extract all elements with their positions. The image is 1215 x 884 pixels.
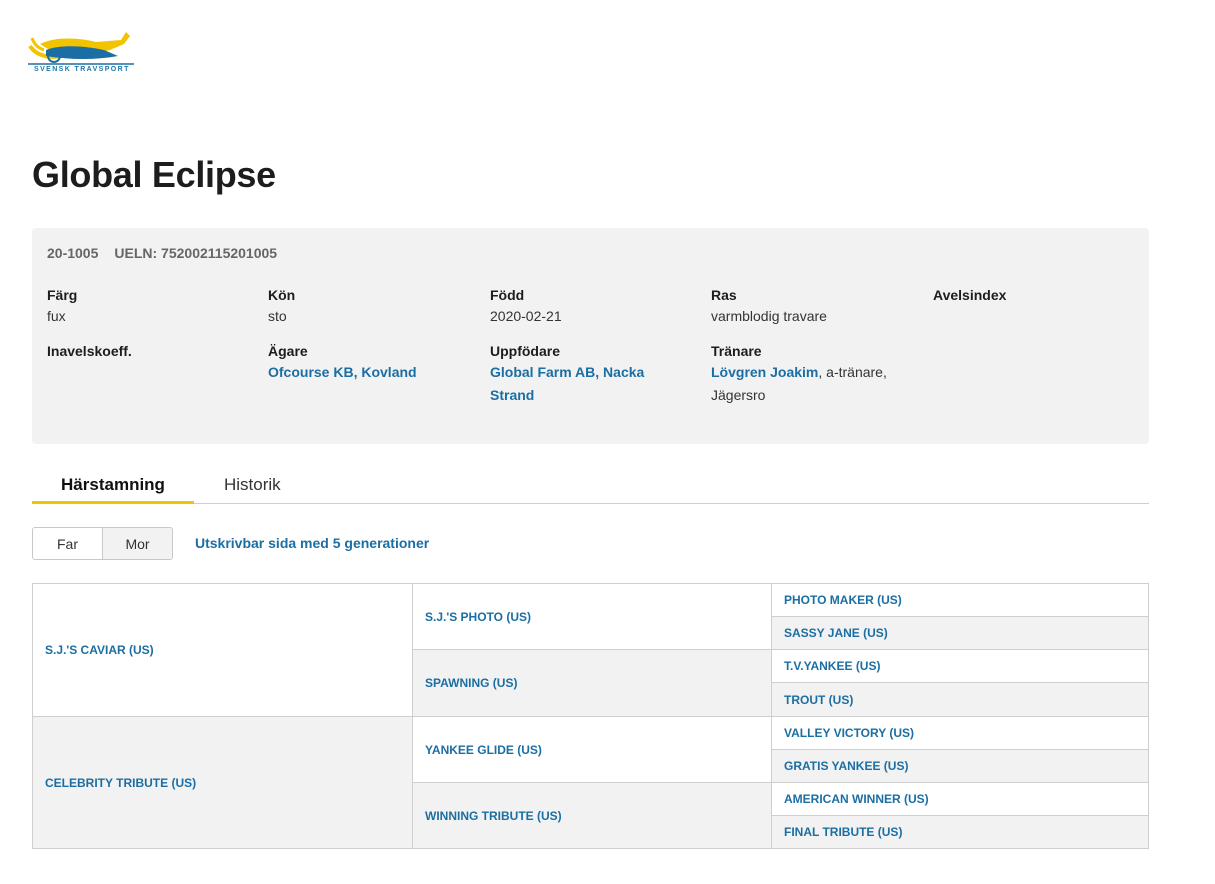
breeder-link[interactable]: Global Farm AB, Nacka Strand	[490, 361, 690, 407]
page-title: Global Eclipse	[32, 154, 276, 195]
trainer-value: Lövgren Joakim, a-tränare, Jägersro	[711, 361, 911, 407]
pedigree-table: S.J.'S CAVIAR (US) CELEBRITY TRIBUTE (US…	[32, 583, 1149, 849]
field-uppfodare: Uppfödare Global Farm AB, Nacka Strand	[490, 341, 690, 407]
tab-bar: Härstamning Historik	[32, 470, 1149, 504]
pedigree-gen3-2[interactable]: SASSY JANE (US)	[772, 617, 1148, 650]
pedigree-dam-dam[interactable]: WINNING TRIBUTE (US)	[413, 783, 772, 848]
pedigree-dam-sire[interactable]: YANKEE GLIDE (US)	[413, 717, 772, 783]
trainer-location: Jägersro	[711, 387, 766, 403]
far-button[interactable]: Far	[33, 528, 102, 559]
field-farg: Färg fux	[47, 285, 247, 328]
breeder-link-line2[interactable]: Strand	[490, 387, 534, 403]
breeder-link-line1[interactable]: Global Farm AB, Nacka	[490, 364, 644, 380]
horse-info-panel: 20-1005 UELN: 752002115201005 Färg fux Kö…	[32, 228, 1149, 444]
field-agare: Ägare Ofcourse KB, Kovland	[268, 341, 468, 384]
pedigree-gen3-1[interactable]: PHOTO MAKER (US)	[772, 584, 1148, 617]
field-tranare: Tränare Lövgren Joakim, a-tränare, Jäger…	[711, 341, 911, 407]
field-value: varmblodig travare	[711, 308, 827, 324]
field-avelsindex: Avelsindex	[933, 285, 1133, 305]
field-value: sto	[268, 308, 287, 324]
svensk-travsport-logo[interactable]: SVENSK TRAVSPORT	[26, 26, 136, 78]
field-label: Inavelskoeff.	[47, 343, 132, 359]
owner-link[interactable]: Ofcourse KB, Kovland	[268, 361, 468, 384]
field-kon: Kön sto	[268, 285, 468, 328]
mor-button[interactable]: Mor	[102, 528, 172, 559]
tab-historik[interactable]: Historik	[224, 475, 281, 504]
field-value: 2020-02-21	[490, 308, 562, 324]
field-label: Ras	[711, 287, 737, 303]
field-label: Tränare	[711, 343, 762, 359]
pedigree-sire[interactable]: S.J.'S CAVIAR (US)	[33, 584, 413, 717]
horse-sulky-logo-icon	[28, 32, 134, 65]
pedigree-dam[interactable]: CELEBRITY TRIBUTE (US)	[33, 717, 413, 848]
field-label: Färg	[47, 287, 78, 303]
trainer-role: , a-tränare,	[818, 364, 887, 380]
pedigree-gen3-3[interactable]: T.V.YANKEE (US)	[772, 650, 1148, 683]
pedigree-sire-sire[interactable]: S.J.'S PHOTO (US)	[413, 584, 772, 650]
pedigree-sire-dam[interactable]: SPAWNING (US)	[413, 650, 772, 717]
pedigree-gen3-8[interactable]: FINAL TRIBUTE (US)	[772, 816, 1148, 848]
print-five-generations-link[interactable]: Utskrivbar sida med 5 generationer	[195, 535, 429, 551]
sire-dam-toggle: Far Mor	[32, 527, 173, 560]
field-label: Avelsindex	[933, 287, 1007, 303]
pedigree-gen3-6[interactable]: GRATIS YANKEE (US)	[772, 750, 1148, 783]
horse-ids: 20-1005 UELN: 752002115201005	[47, 245, 277, 261]
field-label: Kön	[268, 287, 296, 303]
field-label: Ägare	[268, 343, 308, 359]
tab-harstamning[interactable]: Härstamning	[32, 475, 194, 504]
field-label: Uppfödare	[490, 343, 560, 359]
ueln-number: UELN: 752002115201005	[114, 245, 278, 261]
logo-text: SVENSK TRAVSPORT	[34, 66, 130, 73]
field-inavelskoeff: Inavelskoeff.	[47, 341, 247, 361]
pedigree-gen3-7[interactable]: AMERICAN WINNER (US)	[772, 783, 1148, 816]
registration-number: 20-1005	[47, 245, 99, 261]
field-label: Född	[490, 287, 525, 303]
pedigree-gen3-5[interactable]: VALLEY VICTORY (US)	[772, 717, 1148, 750]
pedigree-gen3-4[interactable]: TROUT (US)	[772, 683, 1148, 717]
field-fodd: Född 2020-02-21	[490, 285, 690, 328]
field-value: fux	[47, 308, 66, 324]
field-ras: Ras varmblodig travare	[711, 285, 911, 328]
trainer-link[interactable]: Lövgren Joakim	[711, 364, 818, 380]
